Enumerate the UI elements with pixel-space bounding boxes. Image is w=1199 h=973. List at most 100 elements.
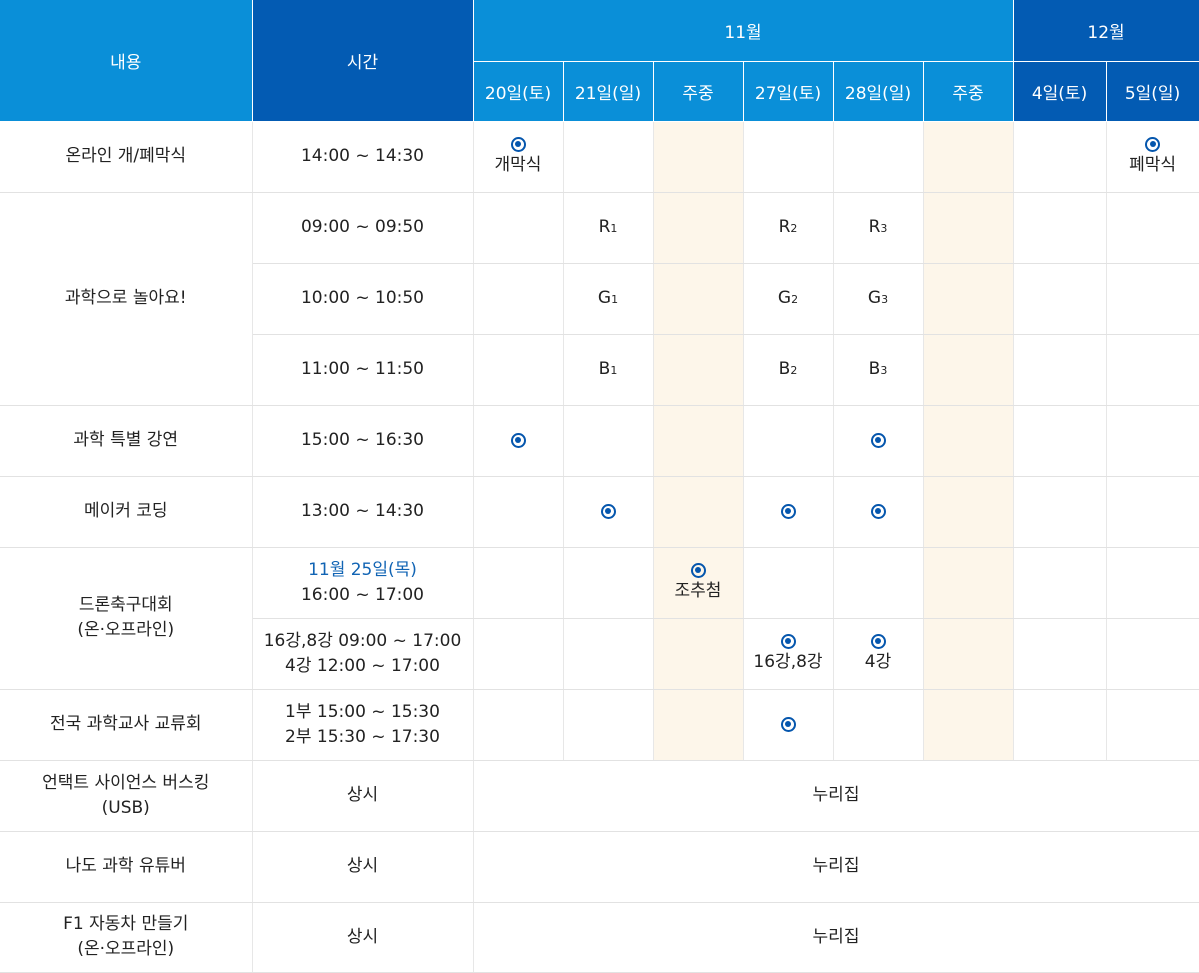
filled-circle-mark-icon: [1145, 136, 1161, 152]
schedule-cell: [1013, 618, 1107, 690]
schedule-cell: R2: [743, 192, 834, 264]
schedule-cell: [563, 547, 654, 619]
event-schedule-table: 내용 시간 11월 12월 20일(토) 21일(일) 주중 27일(토) 28…: [0, 0, 1199, 973]
event-name: 과학으로 놀아요!: [0, 192, 253, 406]
schedule-cell: [1013, 192, 1107, 264]
header-day: 27일(토): [743, 61, 834, 122]
event-name: 과학 특별 강연: [0, 405, 253, 477]
schedule-cell: 16강,8강: [743, 618, 834, 690]
mark-label: 16강,8강: [753, 652, 823, 672]
event-time: 11월 25일(목) 16:00 ~ 17:00: [252, 547, 474, 619]
header-time: 시간: [252, 0, 474, 122]
schedule-cell: [473, 405, 564, 477]
schedule-cell: [473, 334, 564, 406]
header-day: 28일(일): [833, 61, 924, 122]
event-time: 16강,8강 09:00 ~ 17:00 4강 12:00 ~ 17:00: [252, 618, 474, 690]
event-name: 메이커 코딩: [0, 476, 253, 548]
event-name: 온라인 개/폐막식: [0, 121, 253, 193]
schedule-cell: [743, 547, 834, 619]
schedule-cell: 개막식: [473, 121, 564, 193]
schedule-cell: [923, 334, 1014, 406]
session-code: R3: [868, 216, 888, 237]
schedule-cell: [923, 476, 1014, 548]
table-row: 과학으로 놀아요! 09:00 ~ 09:50 R1 R2 R3: [0, 192, 1199, 406]
schedule-cell: [833, 689, 924, 761]
filled-circle-mark-icon: [600, 503, 616, 519]
schedule-cell: 조추첨: [653, 547, 744, 619]
schedule-cell: [563, 618, 654, 690]
event-place: 누리집: [473, 760, 1199, 832]
schedule-cell: [1013, 476, 1107, 548]
schedule-cell: [1013, 689, 1107, 761]
event-name: 나도 과학 유튜버: [0, 831, 253, 903]
event-time: 14:00 ~ 14:30: [252, 121, 474, 193]
filled-circle-mark-icon: [870, 503, 886, 519]
schedule-cell: [563, 476, 654, 548]
header-content: 내용: [0, 0, 253, 122]
table-row: 나도 과학 유튜버 상시 누리집: [0, 831, 1199, 903]
session-code: B2: [778, 358, 798, 379]
session-code: G1: [597, 287, 619, 308]
session-code: R2: [778, 216, 798, 237]
schedule-cell: [653, 121, 744, 193]
mark-label: 조추첨: [674, 581, 722, 601]
header-day: 주중: [653, 61, 744, 122]
mark-label: 4강: [864, 652, 892, 672]
event-time: 15:00 ~ 16:30: [252, 405, 474, 477]
schedule-cell: [923, 405, 1014, 477]
schedule-cell: [653, 689, 744, 761]
filled-circle-mark-icon: [870, 432, 886, 448]
table-row: 언택트 사이언스 버스킹 (USB) 상시 누리집: [0, 760, 1199, 832]
schedule-cell: [1013, 334, 1107, 406]
event-name: 전국 과학교사 교류회: [0, 689, 253, 761]
schedule-cell: [923, 689, 1014, 761]
table-body: 온라인 개/폐막식 14:00 ~ 14:30 개막식 폐막식 과학으로 놀아요…: [0, 121, 1199, 973]
draw-date: 11월 25일(목): [308, 559, 417, 580]
session-code: G3: [867, 287, 889, 308]
schedule-cell: [923, 618, 1014, 690]
table-header: 내용 시간 11월 12월 20일(토) 21일(일) 주중 27일(토) 28…: [0, 0, 1199, 122]
table-row: 온라인 개/폐막식 14:00 ~ 14:30 개막식 폐막식: [0, 121, 1199, 193]
schedule-cell: 폐막식: [1106, 121, 1199, 193]
mark-label: 개막식: [494, 155, 542, 175]
schedule-cell: [1106, 405, 1199, 477]
table-row: 메이커 코딩 13:00 ~ 14:30: [0, 476, 1199, 548]
schedule-cell: [923, 547, 1014, 619]
table-row: 전국 과학교사 교류회 1부 15:00 ~ 15:30 2부 15:30 ~ …: [0, 689, 1199, 761]
schedule-cell: [653, 405, 744, 477]
schedule-cell: [563, 689, 654, 761]
session-code: G2: [777, 287, 799, 308]
schedule-cell: [743, 121, 834, 193]
table-row: F1 자동차 만들기 (온·오프라인) 상시 누리집: [0, 902, 1199, 973]
header-month-november: 11월: [473, 0, 1014, 62]
schedule-cell: [923, 121, 1014, 193]
header-day: 21일(일): [563, 61, 654, 122]
header-day: 4일(토): [1013, 61, 1107, 122]
schedule-cell: [923, 192, 1014, 264]
schedule-cell: G2: [743, 263, 834, 335]
event-place: 누리집: [473, 831, 1199, 903]
filled-circle-mark-icon: [690, 562, 706, 578]
schedule-cell: G3: [833, 263, 924, 335]
schedule-cell: [473, 263, 564, 335]
schedule-cell: [833, 121, 924, 193]
event-name: 언택트 사이언스 버스킹 (USB): [0, 760, 253, 832]
filled-circle-mark-icon: [780, 716, 796, 732]
schedule-cell: [653, 476, 744, 548]
event-place: 누리집: [473, 902, 1199, 973]
event-time: 상시: [252, 760, 474, 832]
session-code: B3: [868, 358, 888, 379]
session-code: B1: [598, 358, 618, 379]
schedule-cell: [1106, 192, 1199, 264]
schedule-cell: [743, 405, 834, 477]
schedule-cell: [473, 192, 564, 264]
filled-circle-mark-icon: [510, 136, 526, 152]
event-time: 상시: [252, 831, 474, 903]
filled-circle-mark-icon: [780, 503, 796, 519]
schedule-cell: [473, 689, 564, 761]
schedule-cell: B1: [563, 334, 654, 406]
filled-circle-mark-icon: [780, 633, 796, 649]
schedule-cell: B2: [743, 334, 834, 406]
filled-circle-mark-icon: [510, 432, 526, 448]
schedule-cell: [653, 263, 744, 335]
